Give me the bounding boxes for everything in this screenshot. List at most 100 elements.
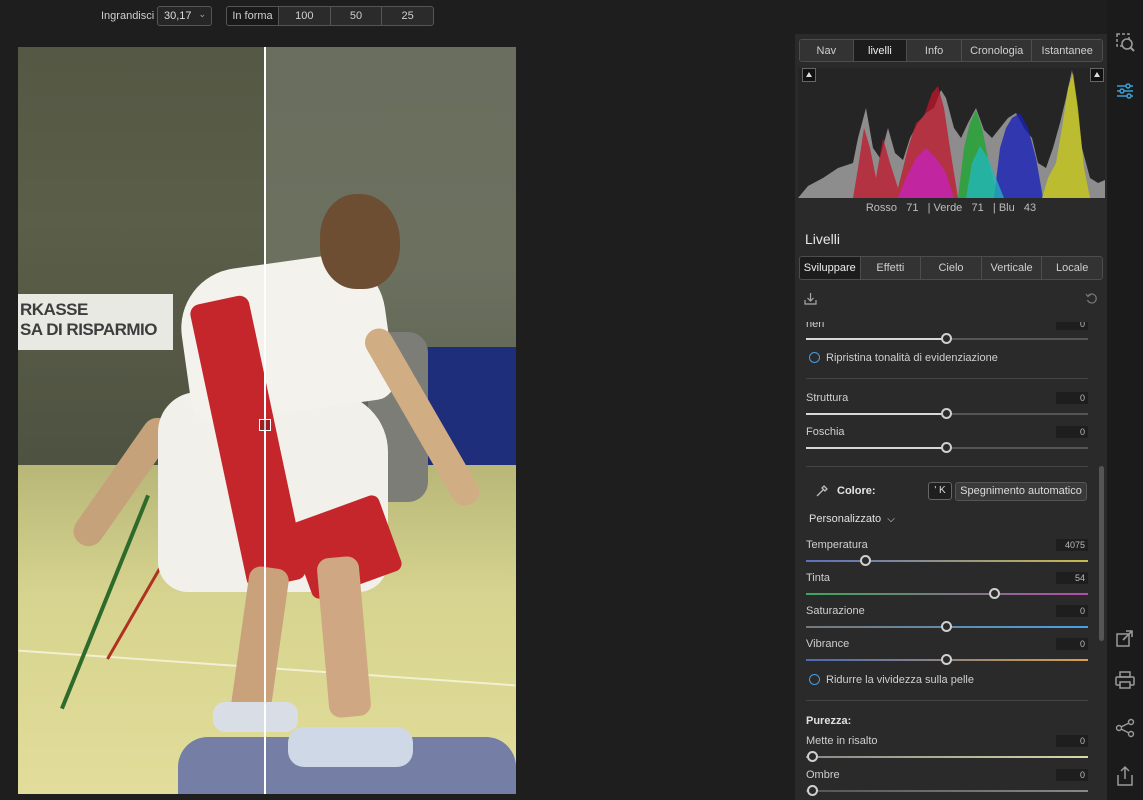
temperatura-slider[interactable] — [806, 560, 1088, 562]
ombre-knob[interactable] — [807, 785, 818, 796]
tab-cielo[interactable]: Cielo — [921, 257, 982, 279]
foschia-value[interactable]: 0 — [1056, 426, 1088, 438]
controls-scroll-area[interactable]: neri 0 Ripristina tonalità di evidenziaz… — [795, 322, 1099, 800]
neri-label: neri — [806, 322, 825, 330]
divider — [806, 700, 1088, 701]
zoom-inspect-icon[interactable] — [1114, 31, 1136, 53]
share-icon[interactable] — [1114, 717, 1136, 739]
save-preset-icon[interactable] — [804, 292, 817, 308]
photo-banner: RKASSE SA DI RISPARMIO — [18, 294, 173, 350]
zoom-50-button[interactable]: 50 — [331, 7, 383, 25]
tinta-slider[interactable] — [806, 593, 1088, 595]
green-label: | Verde — [927, 202, 963, 214]
zoom-value: 30,17 — [164, 10, 192, 22]
zoom-dropdown[interactable]: 30,17 ⌄ — [157, 6, 212, 26]
histogram — [798, 68, 1105, 198]
green-value: 71 — [971, 202, 984, 214]
photo-player-head — [320, 194, 400, 289]
mette-in-risalto-slider[interactable] — [806, 756, 1088, 758]
struttura-label: Struttura — [806, 392, 849, 404]
histogram-yellow — [1042, 73, 1090, 198]
tab-livelli[interactable]: livelli — [853, 40, 908, 61]
reset-icon[interactable] — [1085, 292, 1098, 308]
panel-tabs: Nav livelli Info Cronologia Istantanee — [799, 39, 1103, 62]
ridurre-label: Ridurre la vividezza sulla pelle — [826, 674, 974, 686]
tinta-value[interactable]: 54 — [1056, 572, 1088, 584]
mette-in-risalto-value[interactable]: 0 — [1056, 735, 1088, 747]
temperatura-value[interactable]: 4075 — [1056, 539, 1088, 551]
purezza-header: Purezza: — [806, 715, 852, 727]
rgb-readout: Rosso 71 | Verde 71 | Blu 43 — [795, 202, 1107, 214]
blue-label: | Blu — [992, 202, 1015, 214]
banner-line-2: SA DI RISPARMIO — [20, 320, 158, 339]
develop-tabs: Sviluppare Effetti Cielo Verticale Local… — [799, 256, 1103, 280]
before-after-handle[interactable] — [259, 419, 271, 431]
temperatura-label: Temperatura — [806, 539, 868, 551]
tab-effetti[interactable]: Effetti — [860, 257, 922, 279]
histogram-graph — [798, 70, 1105, 198]
banner-line-1: RKASSE — [20, 300, 88, 319]
mette-in-risalto-knob[interactable] — [807, 751, 818, 762]
ombre-value[interactable]: 0 — [1056, 769, 1088, 781]
red-label: Rosso — [865, 202, 898, 214]
photo-canvas[interactable]: RKASSE SA DI RISPARMIO — [18, 47, 516, 794]
struttura-knob[interactable] — [941, 408, 952, 419]
divider — [806, 466, 1088, 467]
export-icon[interactable] — [1114, 627, 1136, 649]
saturazione-value[interactable]: 0 — [1056, 605, 1088, 617]
print-icon[interactable] — [1114, 669, 1136, 691]
tinta-label: Tinta — [806, 572, 831, 584]
adjustments-icon[interactable] — [1114, 80, 1136, 102]
mette-in-risalto-label: Mette in risalto — [806, 735, 878, 747]
tab-nav[interactable]: Nav — [800, 40, 854, 61]
zoom-25-button[interactable]: 25 — [382, 7, 433, 25]
saturazione-knob[interactable] — [941, 621, 952, 632]
saturazione-label: Saturazione — [806, 605, 865, 617]
foschia-label: Foschia — [806, 426, 845, 438]
ridurre-toggle[interactable]: Ridurre la vividezza sulla pelle — [809, 674, 974, 686]
radio-icon — [809, 674, 820, 685]
tab-cronologia[interactable]: Cronologia — [961, 40, 1033, 61]
zoom-fit-button[interactable]: In forma — [227, 7, 279, 25]
tab-info[interactable]: Info — [907, 40, 962, 61]
divider — [806, 378, 1088, 379]
zoom-presets: In forma 100 50 25 — [226, 6, 434, 26]
radio-icon — [809, 352, 820, 363]
neri-knob[interactable] — [941, 333, 952, 344]
highlight-clip-toggle[interactable] — [1090, 68, 1104, 82]
tab-istantanee[interactable]: Istantanee — [1032, 40, 1102, 61]
foschia-knob[interactable] — [941, 442, 952, 453]
section-title: Livelli — [805, 231, 841, 247]
shadow-clip-toggle[interactable] — [802, 68, 816, 82]
panel-scrollbar[interactable] — [1099, 466, 1104, 641]
zoom-100-button[interactable]: 100 — [279, 7, 331, 25]
struttura-value[interactable]: 0 — [1056, 392, 1088, 404]
neri-value[interactable]: 0 — [1056, 322, 1088, 330]
upload-icon[interactable] — [1114, 765, 1136, 787]
chevron-down-icon: ⌵ — [887, 514, 895, 525]
chevron-down-icon: ⌄ — [198, 9, 206, 19]
shortcut-badge: ' K — [928, 482, 952, 500]
temperatura-knob[interactable] — [860, 555, 871, 566]
red-value: 71 — [906, 202, 919, 214]
top-toolbar: Ingrandisci 30,17 ⌄ In forma 100 50 25 — [0, 0, 790, 34]
tab-sviluppare[interactable]: Sviluppare — [800, 257, 861, 279]
eyedropper-icon[interactable] — [815, 484, 829, 501]
tab-verticale[interactable]: Verticale — [981, 257, 1043, 279]
colore-header: Colore: — [837, 485, 876, 497]
vibrance-knob[interactable] — [941, 654, 952, 665]
preset-dropdown[interactable]: Personalizzato ⌵ — [809, 513, 895, 525]
tinta-knob[interactable] — [989, 588, 1000, 599]
preset-value: Personalizzato — [809, 513, 882, 525]
photo-shoe-right — [288, 727, 413, 767]
tab-locale[interactable]: Locale — [1042, 257, 1102, 279]
right-panel: Nav livelli Info Cronologia Istantanee R… — [795, 34, 1107, 800]
zoom-label: Ingrandisci — [101, 10, 155, 22]
auto-off-button[interactable]: Spegnimento automatico — [955, 482, 1087, 501]
blue-value: 43 — [1023, 202, 1037, 214]
ripristina-label: Ripristina tonalità di evidenziazione — [826, 352, 998, 364]
ombre-slider[interactable] — [806, 790, 1088, 792]
ombre-label: Ombre — [806, 769, 840, 781]
ripristina-toggle[interactable]: Ripristina tonalità di evidenziazione — [809, 352, 998, 364]
vibrance-value[interactable]: 0 — [1056, 638, 1088, 650]
